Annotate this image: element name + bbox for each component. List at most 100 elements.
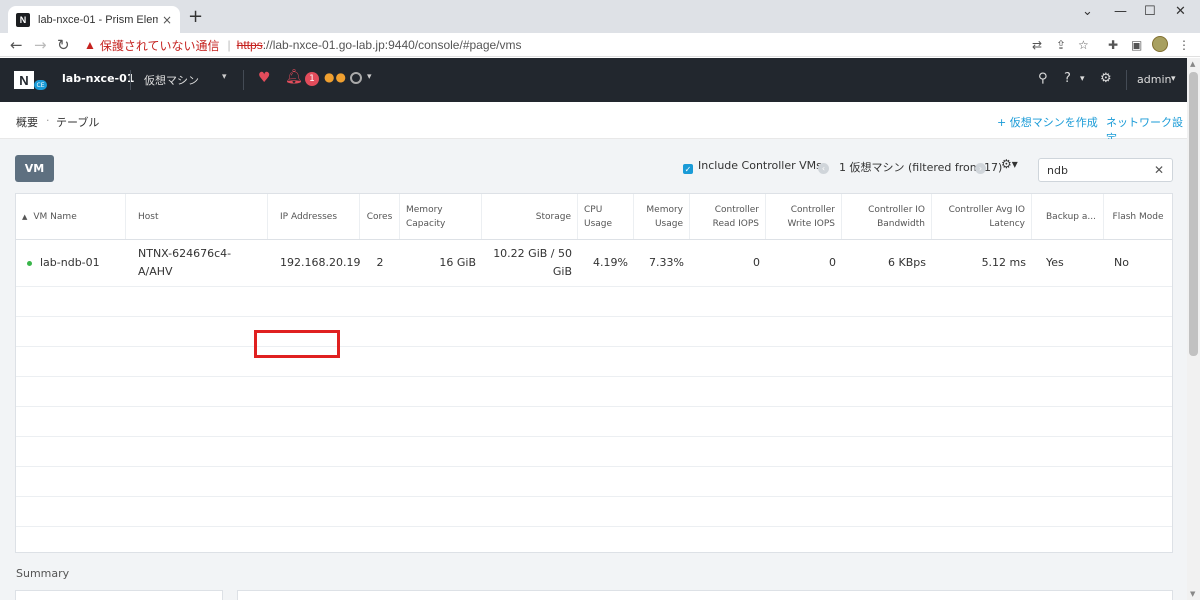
cell-ip-address: 192.168.20.19 [280, 256, 361, 269]
scrollbar-thumb[interactable] [1189, 72, 1198, 356]
user-menu[interactable]: admin [1137, 73, 1171, 86]
cell-vm-name[interactable]: lab-ndb-01 [34, 240, 126, 286]
row-divider [16, 376, 1172, 377]
ip-highlight-box [254, 330, 340, 358]
ce-badge: CE [34, 80, 47, 90]
tab-separator: · [46, 114, 50, 127]
column-header-io-bandwidth[interactable]: Controller IO Bandwidth [842, 194, 932, 239]
header-divider [130, 70, 131, 90]
security-warning[interactable]: 保護されていない通信 [100, 37, 220, 54]
url-scheme: https [236, 38, 263, 52]
header-divider [1126, 70, 1127, 90]
main-content: VM ✓ Include Controller VMs ‹ 1 仮想マシン (f… [0, 139, 1187, 600]
header-divider [243, 70, 244, 90]
search-icon[interactable]: ⚲ [1038, 71, 1048, 86]
cell-cores: 2 [376, 256, 384, 269]
cell-memory-capacity: 16 GiB [439, 256, 476, 269]
row-divider [16, 316, 1172, 317]
tab-search-icon[interactable]: ⌄ [1082, 4, 1093, 19]
cell-io-bandwidth: 6 KBps [888, 256, 926, 269]
back-icon[interactable]: ← [10, 36, 23, 54]
scroll-down-icon[interactable]: ▼ [1190, 590, 1195, 598]
tab-table[interactable]: テーブル [56, 114, 100, 141]
summary-panel [237, 590, 1173, 600]
view-selector[interactable]: 仮想マシン [144, 72, 199, 88]
column-header-cores[interactable]: Cores [360, 194, 400, 239]
profile-avatar[interactable] [1152, 36, 1168, 52]
column-header-memory-capacity[interactable]: Memory Capacity [400, 194, 482, 239]
tasks-circle-icon[interactable] [350, 72, 362, 84]
omnibox-divider: | [227, 38, 231, 52]
chevron-down-icon[interactable]: ▾ [367, 72, 372, 82]
help-icon[interactable]: ? [1064, 71, 1071, 86]
include-cvms-checkbox[interactable]: ✓ [683, 164, 693, 174]
chevron-down-icon[interactable]: ▾ [1171, 74, 1176, 84]
address-bar: ← → ↻ ▲ 保護されていない通信 | https://lab-nxce-01… [0, 33, 1200, 57]
row-divider [16, 466, 1172, 467]
browser-tab-bar: N lab-nxce-01 - Prism Element × + ⌄ — ☐ … [0, 0, 1200, 33]
search-value[interactable]: ndb [1047, 164, 1154, 177]
search-input[interactable]: ndb ✕ [1038, 158, 1173, 182]
table-settings-gear-icon[interactable]: ⚙▾ [1001, 157, 1018, 171]
column-header-backup[interactable]: Backup a... [1032, 194, 1104, 239]
extensions-icon[interactable]: ✚ [1108, 38, 1118, 52]
chevron-down-icon[interactable]: ▾ [222, 72, 227, 82]
clear-search-icon[interactable]: ✕ [1154, 163, 1164, 177]
row-divider [16, 406, 1172, 407]
alert-count-badge[interactable]: 1 [305, 72, 319, 86]
reload-icon[interactable]: ↻ [57, 36, 70, 54]
translate-icon[interactable]: ⇄ [1032, 38, 1042, 52]
maximize-icon[interactable]: ☐ [1144, 4, 1156, 19]
column-header-label: VM Name [33, 211, 77, 222]
prev-page-icon[interactable]: ‹ [818, 163, 829, 174]
chevron-down-icon[interactable]: ▾ [1080, 74, 1085, 84]
row-divider [16, 436, 1172, 437]
browser-tab[interactable]: N lab-nxce-01 - Prism Element × [8, 6, 180, 33]
events-dots-icon[interactable]: ●● [324, 70, 347, 84]
column-header-ip[interactable]: IP Addresses [268, 194, 360, 239]
cluster-name[interactable]: lab-nxce-01 [62, 72, 134, 85]
cell-host[interactable]: NTNX-624676c4-A/AHV [126, 240, 268, 286]
app-header: N CE lab-nxce-01 仮想マシン ▾ ♥ 🔔︎ 1 ●● ▾ ⚲ ?… [0, 58, 1187, 102]
column-header-flash-mode[interactable]: Flash Mode [1104, 194, 1172, 239]
sub-navigation: 概要 · テーブル + 仮想マシンを作成 ネットワーク設定 [0, 102, 1187, 145]
sidepanel-icon[interactable]: ▣ [1131, 38, 1142, 52]
close-window-icon[interactable]: ✕ [1175, 4, 1186, 19]
cell-backup: Yes [1046, 256, 1064, 269]
sort-asc-icon[interactable]: ▲ [22, 210, 27, 224]
row-divider [16, 496, 1172, 497]
browser-menu-icon[interactable]: ⋮ [1178, 38, 1190, 52]
vm-table: ▲ VM Name Host IP Addresses Cores Memory … [15, 193, 1173, 553]
settings-gear-icon[interactable]: ⚙ [1100, 71, 1112, 86]
tab-overview[interactable]: 概要 [16, 114, 38, 130]
warning-icon[interactable]: ▲ [84, 38, 96, 52]
next-page-icon[interactable]: › [975, 163, 986, 174]
forward-icon[interactable]: → [34, 36, 47, 54]
tab-close-icon[interactable]: × [162, 13, 172, 27]
column-header-avg-latency[interactable]: Controller Avg IO Latency [932, 194, 1032, 239]
column-header-write-iops[interactable]: Controller Write IOPS [766, 194, 842, 239]
tab-title: lab-nxce-01 - Prism Element [38, 13, 158, 26]
row-divider [16, 346, 1172, 347]
minimize-icon[interactable]: — [1114, 4, 1127, 19]
summary-panel [15, 590, 223, 600]
column-header-vm-name[interactable]: ▲ VM Name [16, 194, 126, 239]
create-vm-link[interactable]: + 仮想マシンを作成 [997, 114, 1098, 130]
health-heart-icon[interactable]: ♥ [258, 70, 271, 86]
url-input[interactable]: ▲ 保護されていない通信 | https://lab-nxce-01.go-la… [76, 35, 1026, 55]
share-icon[interactable]: ⇪ [1056, 38, 1066, 52]
include-cvms-label[interactable]: Include Controller VMs [698, 159, 822, 172]
new-tab-icon[interactable]: + [188, 8, 203, 26]
bookmark-star-icon[interactable]: ☆ [1078, 38, 1089, 52]
column-header-storage[interactable]: Storage [482, 194, 578, 239]
column-header-host[interactable]: Host [126, 194, 268, 239]
column-header-memory-usage[interactable]: Memory Usage [634, 194, 690, 239]
cell-cpu-usage: 4.19% [593, 256, 628, 269]
scroll-up-icon[interactable]: ▲ [1190, 60, 1195, 68]
vm-power-on-icon [27, 261, 32, 266]
vm-button[interactable]: VM [15, 155, 54, 182]
column-header-cpu-usage[interactable]: CPU Usage [578, 194, 634, 239]
nutanix-logo-icon[interactable]: N [14, 71, 34, 89]
column-header-read-iops[interactable]: Controller Read IOPS [690, 194, 766, 239]
alerts-bell-icon[interactable]: 🔔︎ [285, 69, 303, 85]
